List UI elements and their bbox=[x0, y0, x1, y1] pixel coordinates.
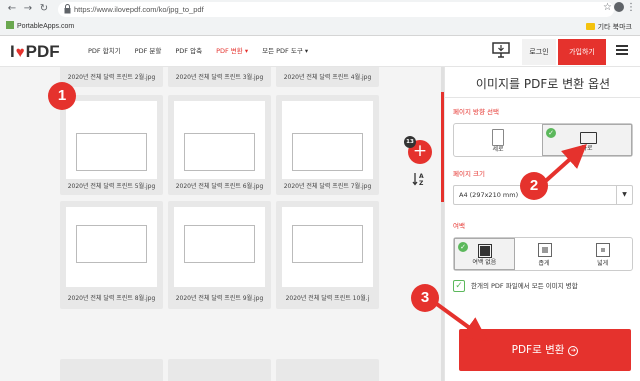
annotation-badge-3: 3 bbox=[411, 284, 439, 312]
lock-icon bbox=[64, 4, 71, 14]
portableapps-icon bbox=[6, 21, 14, 29]
nav-split[interactable]: PDF 분할 bbox=[135, 45, 162, 57]
back-icon[interactable]: ← bbox=[6, 3, 18, 15]
file-card[interactable]: 2020년 전체 달력 프린트 4월.jpg bbox=[276, 67, 379, 87]
other-bookmarks[interactable]: 기타 북마크 bbox=[585, 21, 632, 33]
calendar-thumbnail bbox=[76, 225, 147, 263]
login-button[interactable]: 로그인 bbox=[522, 39, 556, 65]
orientation-label: 페이지 방향 선택 bbox=[453, 108, 499, 116]
file-name: 2020년 전체 달력 프린트 9월.jpg bbox=[175, 295, 264, 302]
nav-merge[interactable]: PDF 합치기 bbox=[88, 45, 121, 57]
convert-button-label: PDF로 변환 bbox=[511, 344, 565, 356]
signup-button[interactable]: 가입하기 bbox=[558, 39, 606, 65]
file-card[interactable]: 2020년 전체 달력 프린트 5월.jpg bbox=[60, 95, 163, 195]
file-card[interactable]: 2020년 전체 달력 프린트 7월.jpg bbox=[276, 95, 379, 195]
bookmarks-bar: PortableApps.com 기타 북마크 bbox=[0, 19, 640, 35]
forward-icon[interactable]: → bbox=[22, 3, 34, 15]
panel-title: 이미지를 PDF로 변환 옵션 bbox=[475, 77, 611, 91]
merge-label: 한개의 PDF 파일에서 모든 이미지 병합 bbox=[471, 282, 578, 290]
reload-icon[interactable]: ↻ bbox=[38, 3, 50, 15]
page-size-label: 페이지 크기 bbox=[453, 170, 485, 178]
file-card[interactable] bbox=[168, 359, 271, 381]
url-text: https://www.ilovepdf.com/ko/jpg_to_pdf bbox=[74, 5, 204, 14]
bookmark-portableapps[interactable]: PortableApps.com bbox=[6, 21, 74, 33]
file-card[interactable]: 2020년 전체 달력 프린트 3월.jpg bbox=[168, 67, 271, 87]
big-margin-icon bbox=[596, 243, 611, 257]
orientation-landscape-label: 가로 bbox=[581, 145, 593, 152]
merge-option: ✓ 한개의 PDF 파일에서 모든 이미지 병합 bbox=[453, 280, 633, 294]
margin-none-label: 여백 없음 bbox=[472, 259, 497, 266]
desktop-app-icon[interactable] bbox=[492, 41, 510, 59]
file-name: 2020년 전체 달력 프린트 3월.jpg bbox=[175, 74, 264, 81]
logo-letter: I bbox=[10, 42, 15, 61]
file-name: 2020년 전체 달력 프린트 5월.jpg bbox=[67, 183, 156, 190]
margin-small[interactable]: 좁게 bbox=[515, 238, 574, 270]
file-card[interactable] bbox=[60, 359, 163, 381]
nav-compress[interactable]: PDF 압축 bbox=[175, 45, 202, 57]
nav-convert[interactable]: PDF 변환 ▾ bbox=[216, 45, 248, 57]
file-card[interactable]: 2020년 전체 달력 프린트 10월.j bbox=[276, 201, 379, 309]
divider bbox=[445, 97, 640, 98]
more-menu-icon[interactable]: ⋮ bbox=[626, 1, 636, 14]
file-card[interactable]: 2020년 전체 달력 프린트 2월.jpg bbox=[60, 67, 163, 87]
calendar-thumbnail bbox=[292, 225, 363, 263]
star-icon[interactable]: ☆ bbox=[603, 1, 612, 14]
svg-text:A: A bbox=[419, 173, 424, 180]
small-margin-icon bbox=[537, 243, 552, 257]
file-name: 2020년 전체 달력 프린트 7월.jpg bbox=[283, 183, 372, 190]
browser-chrome: ← → ↻ https://www.ilovepdf.com/ko/jpg_to… bbox=[0, 0, 640, 36]
sort-az-icon[interactable]: A Z bbox=[411, 170, 429, 188]
check-icon: ✓ bbox=[546, 128, 556, 138]
options-panel: 이미지를 PDF로 변환 옵션 페이지 방향 선택 세로 ✓ 가로 페이지 크기… bbox=[444, 67, 640, 381]
svg-text:Z: Z bbox=[419, 180, 424, 187]
file-count-badge: 13 bbox=[404, 136, 416, 148]
account-icon[interactable] bbox=[614, 2, 624, 12]
chevron-down-icon: ▼ bbox=[616, 186, 632, 204]
calendar-thumbnail bbox=[292, 133, 363, 171]
logo-word: PDF bbox=[25, 42, 60, 61]
margin-big-label: 넓게 bbox=[597, 260, 609, 267]
margin-big[interactable]: 넓게 bbox=[573, 238, 632, 270]
calendar-thumbnail bbox=[76, 133, 147, 171]
no-margin-icon bbox=[478, 244, 492, 258]
margin-selector: ✓ 여백 없음 좁게 넓게 bbox=[453, 237, 633, 271]
file-card[interactable]: 2020년 전체 달력 프린트 8월.jpg bbox=[60, 201, 163, 309]
file-name: 2020년 전체 달력 프린트 10월.j bbox=[285, 295, 370, 302]
file-card[interactable]: 2020년 전체 달력 프린트 9월.jpg bbox=[168, 201, 271, 309]
folder-icon bbox=[585, 23, 595, 30]
annotation-badge-1: 1 bbox=[48, 82, 76, 110]
check-icon: ✓ bbox=[458, 242, 468, 252]
heart-icon: ♥ bbox=[15, 43, 25, 61]
site-header: I ♥ PDF PDF 합치기 PDF 분할 PDF 압축 PDF 변환 ▾ 모든 … bbox=[0, 36, 640, 67]
file-name: 2020년 전체 달력 프린트 6월.jpg bbox=[175, 183, 264, 190]
margin-none[interactable]: ✓ 여백 없음 bbox=[454, 238, 515, 270]
nav-all-tools[interactable]: 모든 PDF 도구 ▾ bbox=[262, 45, 308, 57]
orientation-selector: 세로 ✓ 가로 bbox=[453, 123, 633, 157]
file-name: 2020년 전체 달력 프린트 8월.jpg bbox=[67, 295, 156, 302]
orientation-portrait[interactable]: 세로 bbox=[454, 124, 542, 156]
file-workspace: 2020년 전체 달력 프린트 2월.jpg 2020년 전체 달력 프린트 3… bbox=[0, 67, 444, 381]
file-card[interactable] bbox=[276, 359, 379, 381]
ilovepdf-logo[interactable]: I ♥ PDF bbox=[10, 42, 60, 62]
convert-to-pdf-button[interactable]: PDF로 변환 ➔ bbox=[459, 329, 631, 371]
page-size-value: A4 (297x210 mm) bbox=[459, 191, 519, 199]
main-nav: PDF 합치기 PDF 분할 PDF 압축 PDF 변환 ▾ 모든 PDF 도구… bbox=[88, 45, 322, 57]
arrow-right-icon: ➔ bbox=[568, 346, 579, 356]
orientation-portrait-label: 세로 bbox=[492, 146, 504, 153]
merge-checkbox[interactable]: ✓ bbox=[453, 280, 465, 292]
margin-small-label: 좁게 bbox=[538, 260, 550, 267]
file-card[interactable]: 2020년 전체 달력 프린트 6월.jpg bbox=[168, 95, 271, 195]
file-name: 2020년 전체 달력 프린트 4월.jpg bbox=[283, 74, 372, 81]
file-name: 2020년 전체 달력 프린트 2월.jpg bbox=[67, 74, 156, 81]
bookmark-label: PortableApps.com bbox=[17, 23, 75, 30]
margin-label: 여백 bbox=[453, 222, 465, 230]
annotation-badge-2: 2 bbox=[520, 172, 548, 200]
address-bar[interactable]: https://www.ilovepdf.com/ko/jpg_to_pdf bbox=[58, 2, 614, 17]
orientation-landscape[interactable]: ✓ 가로 bbox=[542, 124, 632, 156]
calendar-thumbnail bbox=[184, 133, 255, 171]
hamburger-menu-icon[interactable] bbox=[616, 45, 628, 55]
calendar-thumbnail bbox=[184, 225, 255, 263]
other-bookmarks-label: 기타 북마크 bbox=[597, 23, 632, 31]
